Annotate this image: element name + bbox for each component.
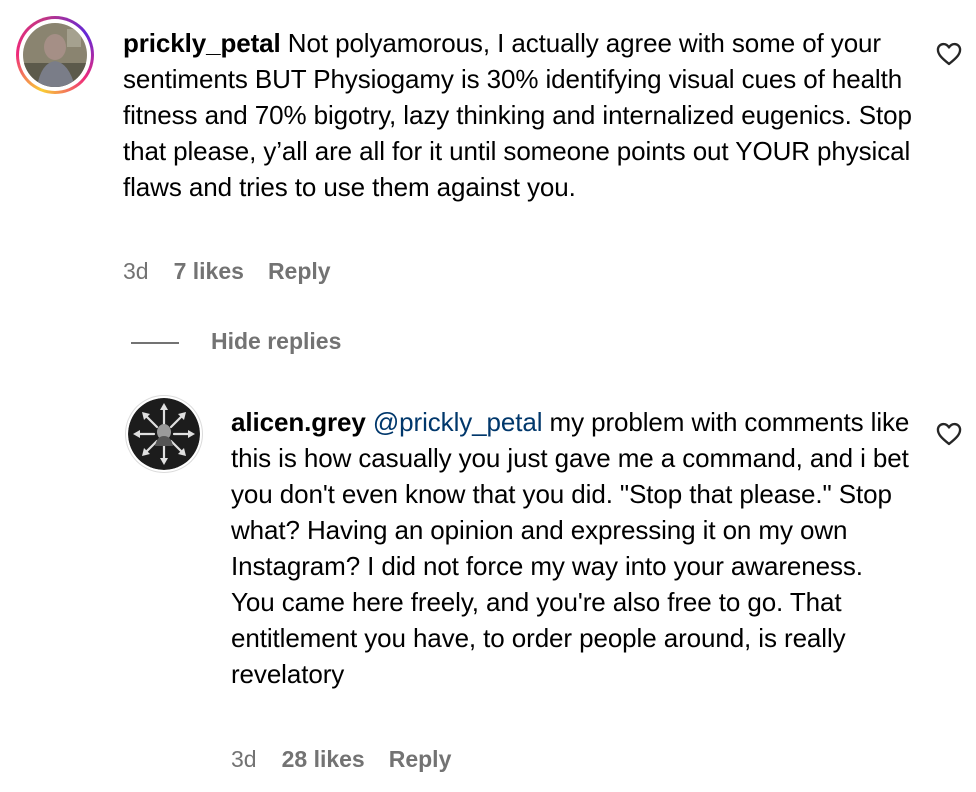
heart-icon[interactable] (935, 420, 963, 448)
reply-button[interactable]: Reply (268, 258, 331, 285)
avatar-story-ring[interactable] (16, 16, 94, 94)
reply-text: alicen.grey @prickly_petal my problem wi… (231, 404, 911, 692)
reply-time[interactable]: 3d (231, 746, 257, 773)
reply-body: my problem with comments like this is ho… (231, 407, 910, 689)
avatar (23, 23, 87, 87)
reply-meta: 3d 28 likes Reply (231, 746, 451, 773)
divider-line (131, 342, 179, 344)
avatar-ring[interactable] (125, 395, 203, 473)
comment-likes[interactable]: 7 likes (174, 258, 244, 285)
avatar (128, 398, 200, 470)
mention-link[interactable]: @prickly_petal (373, 407, 543, 437)
hide-replies-button[interactable]: Hide replies (211, 328, 341, 355)
arrows-compass-icon (128, 398, 200, 470)
comment-username[interactable]: prickly_petal (123, 28, 281, 58)
comment-time[interactable]: 3d (123, 258, 149, 285)
reply-username[interactable]: alicen.grey (231, 407, 366, 437)
heart-icon[interactable] (935, 40, 963, 68)
reply-button[interactable]: Reply (389, 746, 452, 773)
comment-meta: 3d 7 likes Reply (123, 258, 331, 285)
comment-text: prickly_petal Not polyamorous, I actuall… (123, 25, 913, 205)
reply-likes[interactable]: 28 likes (282, 746, 365, 773)
